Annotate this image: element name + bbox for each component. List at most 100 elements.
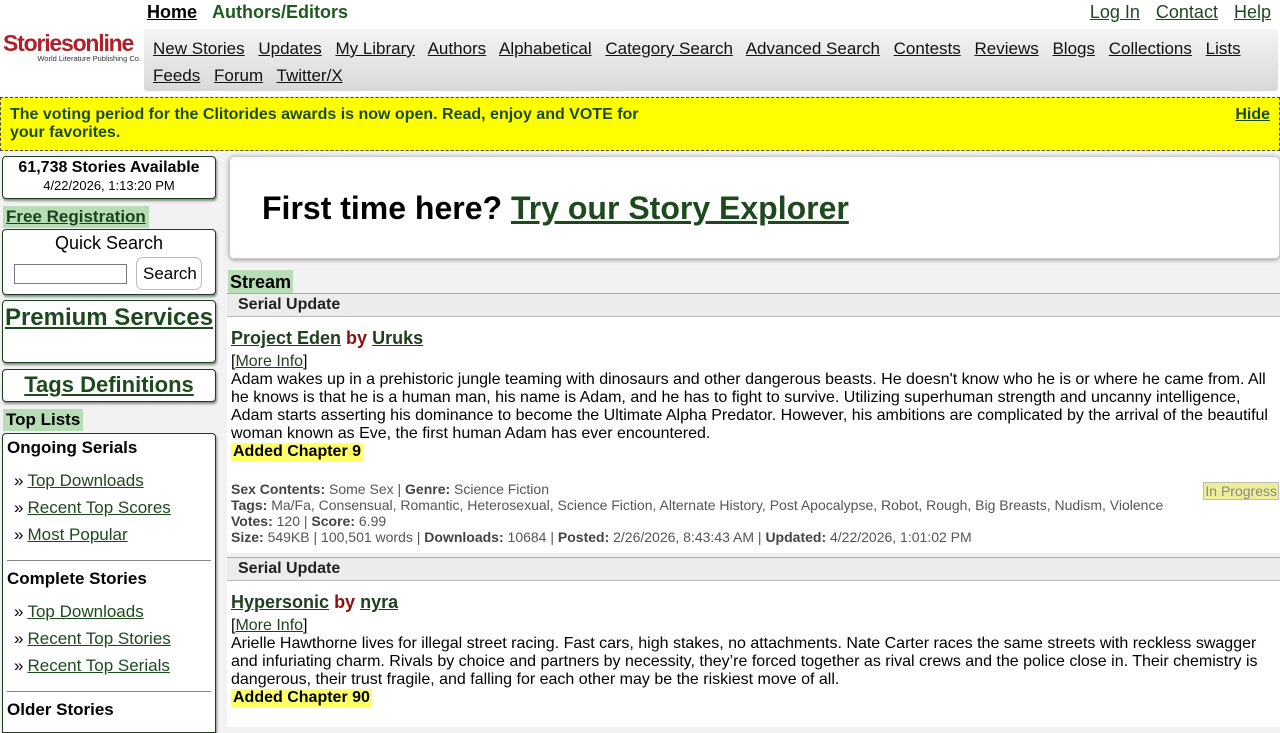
ongoing-recent-top-scores-link[interactable]: Recent Top Scores	[27, 498, 170, 517]
list-item: » Recent Top Stories	[14, 625, 215, 652]
story-title-link[interactable]: Hypersonic	[231, 592, 329, 612]
entry-title-line: Project Eden by Uruks	[231, 327, 1276, 349]
complete-stories-list: » Top Downloads » Recent Top Stories » Rece…	[7, 598, 215, 679]
divider	[7, 691, 211, 692]
entry-type: Serial Update	[227, 293, 1280, 317]
by-word: by	[346, 328, 368, 348]
announcement-banner: The voting period for the Clitorides awa…	[0, 97, 1280, 151]
list-item: » Top Downloads	[14, 598, 215, 625]
sex-contents-value: Some Sex	[329, 481, 394, 497]
nav-updates[interactable]: Updates	[258, 39, 321, 58]
bullet-glyph: »	[14, 656, 24, 675]
nav-blogs[interactable]: Blogs	[1052, 39, 1095, 58]
tags-definitions-link[interactable]: Tags Definitions	[24, 372, 194, 397]
top-lists-label: Top Lists	[3, 409, 84, 431]
current-date: 4/22/2026, 1:13:20 PM	[43, 178, 175, 193]
quick-search-button[interactable]: Search	[136, 257, 202, 290]
ongoing-most-popular-link[interactable]: Most Popular	[27, 525, 127, 544]
quick-search-title: Quick Search	[54, 233, 164, 253]
premium-services-link[interactable]: Premium Services	[5, 304, 213, 331]
list-item: » Top Downloads	[14, 467, 215, 494]
top-lists-box: Ongoing Serials » Top Downloads » Recent T…	[2, 433, 216, 733]
added-chapter-badge: Added Chapter 90	[231, 689, 372, 707]
stories-stats-box: 61,738 Stories Available 4/22/2026, 1:13…	[2, 156, 216, 199]
complete-recent-top-stories-link[interactable]: Recent Top Stories	[27, 629, 170, 648]
nav-feeds[interactable]: Feeds	[153, 66, 200, 85]
main-nav: New Stories Updates My Library Authors A…	[144, 29, 1278, 91]
meta-label: Downloads:	[424, 529, 504, 545]
banner-message: The voting period for the Clitorides awa…	[10, 106, 639, 141]
author-link[interactable]: nyra	[360, 592, 398, 612]
banner-hide-link[interactable]: Hide	[1235, 106, 1270, 124]
ongoing-serials-list: » Top Downloads » Recent Top Scores » Most …	[7, 467, 215, 548]
free-registration-link[interactable]: Free Registration	[6, 207, 146, 226]
entry-title-line: Hypersonic by nyra	[231, 591, 1276, 613]
by-word: by	[334, 592, 356, 612]
authors-editors-link[interactable]: Authors/Editors	[212, 2, 348, 22]
complete-stories-title: Complete Stories	[7, 569, 147, 588]
story-meta: Sex Contents: Some Sex | Genre: Science …	[231, 481, 1164, 545]
votes-value: 120	[276, 513, 300, 529]
logo-subtext: World Literature Publishing Co.	[37, 54, 141, 63]
more-info-line: [More Info]	[231, 353, 308, 370]
downloads-value: 10684	[507, 529, 547, 545]
complete-top-downloads-link[interactable]: Top Downloads	[27, 602, 143, 621]
more-info-link[interactable]: More Info	[235, 617, 303, 634]
meta-label: Score:	[311, 513, 355, 529]
nav-twitter[interactable]: Twitter/X	[277, 66, 343, 85]
meta-label: Posted:	[557, 529, 610, 545]
posted-value: 2/26/2026, 8:43:43 AM	[613, 529, 755, 545]
more-info-line: [More Info]	[231, 617, 308, 634]
login-link[interactable]: Log In	[1090, 2, 1140, 22]
site-logo[interactable]: Storiesonline World Literature Publishin…	[3, 31, 141, 63]
bullet-glyph: »	[14, 602, 24, 621]
entry-body: Hypersonic by nyra [More Info] Arielle H…	[227, 591, 1280, 707]
premium-services-box: Premium Services	[2, 300, 216, 363]
list-item: » Most Popular	[14, 521, 215, 548]
meta-label: Updated:	[765, 529, 827, 545]
story-title-link[interactable]: Project Eden	[231, 328, 341, 348]
help-link[interactable]: Help	[1234, 2, 1271, 22]
status-badge: In Progress	[1203, 482, 1279, 500]
quick-search-input[interactable]	[14, 264, 127, 284]
nav-contests[interactable]: Contests	[894, 39, 961, 58]
nav-lists[interactable]: Lists	[1206, 39, 1241, 58]
more-info-link[interactable]: More Info	[235, 353, 303, 370]
meta-label: Genre:	[405, 481, 451, 497]
tags-definitions-box: Tags Definitions	[2, 369, 216, 402]
nav-advanced-search[interactable]: Advanced Search	[746, 39, 880, 58]
nav-authors[interactable]: Authors	[428, 39, 487, 58]
story-explorer-link[interactable]: Try our Story Explorer	[511, 190, 849, 226]
top-nav-left: Home Authors/Editors	[147, 2, 348, 23]
bullet-glyph: »	[14, 525, 24, 544]
home-link[interactable]: Home	[147, 2, 197, 22]
nav-reviews[interactable]: Reviews	[974, 39, 1038, 58]
size-value: 549KB | 100,501 words	[267, 529, 413, 545]
nav-forum[interactable]: Forum	[214, 66, 263, 85]
list-item: » Recent Top Serials	[14, 652, 215, 679]
bullet-glyph: »	[14, 498, 24, 517]
ongoing-top-downloads-link[interactable]: Top Downloads	[27, 471, 143, 490]
divider	[7, 560, 211, 561]
nav-category-search[interactable]: Category Search	[605, 39, 733, 58]
stream-entry: Serial Update Project Eden by Uruks [Mor…	[227, 293, 1280, 553]
entry-body: Project Eden by Uruks [More Info] Adam w…	[227, 327, 1280, 545]
top-nav-right: Log In Contact Help	[1079, 2, 1271, 23]
contact-link[interactable]: Contact	[1156, 2, 1218, 22]
nav-my-library[interactable]: My Library	[335, 39, 414, 58]
list-item: » Recent Top Scores	[14, 494, 215, 521]
tags-value: Ma/Fa, Consensual, Romantic, Heterosexua…	[271, 497, 1164, 513]
nav-collections[interactable]: Collections	[1109, 39, 1192, 58]
genre-value: Science Fiction	[454, 481, 549, 497]
author-link[interactable]: Uruks	[372, 328, 423, 348]
explorer-prefix: First time here?	[262, 190, 503, 226]
complete-recent-top-serials-link[interactable]: Recent Top Serials	[27, 656, 169, 675]
ongoing-serials-title: Ongoing Serials	[7, 438, 138, 457]
updated-value: 4/22/2026, 1:01:02 PM	[830, 529, 972, 545]
nav-new-stories[interactable]: New Stories	[153, 39, 245, 58]
older-stories-title: Older Stories	[7, 700, 114, 719]
stories-count: 61,738 Stories Available	[18, 159, 200, 176]
meta-label: Tags:	[231, 497, 268, 513]
story-description: Adam wakes up in a prehistoric jungle te…	[231, 371, 1268, 442]
nav-alphabetical[interactable]: Alphabetical	[499, 39, 592, 58]
